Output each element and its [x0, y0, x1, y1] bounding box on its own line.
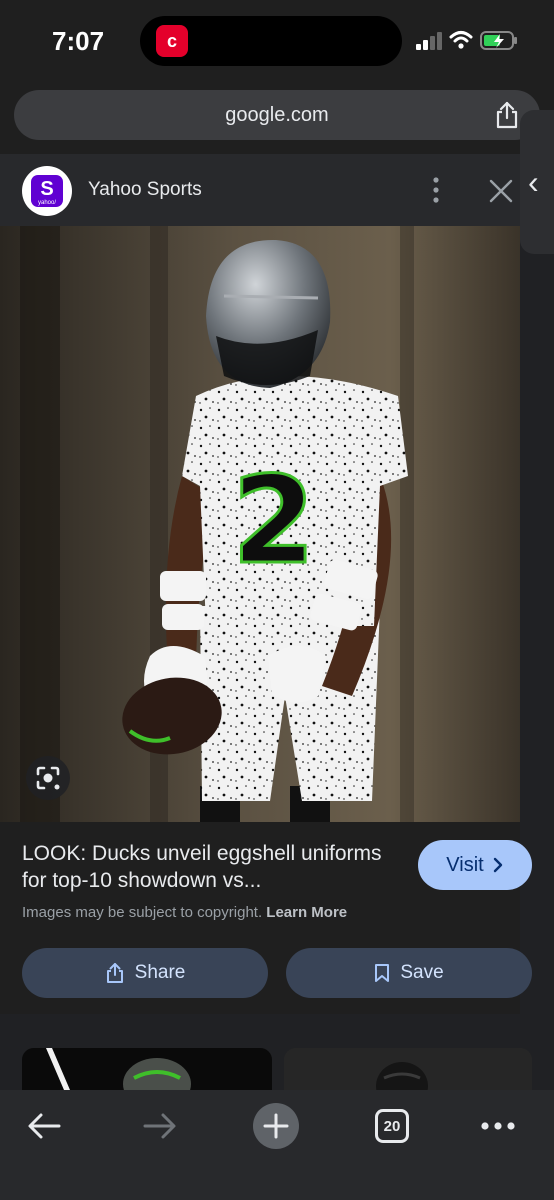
- forward-arrow-icon: [143, 1113, 176, 1139]
- related-images: [0, 1014, 554, 1090]
- chevron-right-icon: [493, 857, 502, 873]
- save-label: Save: [400, 962, 444, 983]
- battery-charging-icon: [480, 31, 517, 50]
- share-icon[interactable]: [494, 101, 520, 129]
- learn-more-link[interactable]: Learn More: [266, 904, 347, 921]
- source-header: S yahoo/ Yahoo Sports: [0, 154, 520, 226]
- related-image[interactable]: [22, 1048, 272, 1090]
- url-text[interactable]: google.com: [14, 104, 540, 127]
- new-tab-button[interactable]: [252, 1103, 300, 1149]
- new-tab-icon: [263, 1113, 289, 1139]
- chevron-left-icon: ‹: [528, 164, 539, 200]
- wifi-icon: [449, 31, 473, 49]
- signal-icon: [416, 32, 442, 50]
- share-button[interactable]: Share: [22, 948, 268, 998]
- google-lens-button[interactable]: [26, 756, 70, 800]
- tab-switcher-icon: 20: [375, 1109, 409, 1143]
- result-title[interactable]: LOOK: Ducks unveil eggshell uniforms for…: [22, 840, 406, 894]
- address-bar[interactable]: google.com: [14, 90, 540, 140]
- status-bar: 7:07 c: [0, 0, 554, 84]
- image-detail-panel: S yahoo/ Yahoo Sports 2 LOOK: Ducks unve…: [0, 154, 532, 1014]
- yahoo-sports-logo[interactable]: S yahoo/: [22, 166, 72, 216]
- chick-fil-a-icon[interactable]: c: [156, 25, 188, 57]
- tab-switcher-button[interactable]: 20: [368, 1104, 416, 1148]
- back-button[interactable]: [20, 1104, 68, 1148]
- save-button[interactable]: Save: [286, 948, 532, 998]
- jersey-number: 2: [232, 452, 316, 591]
- related-image[interactable]: [284, 1048, 532, 1090]
- share-icon: [106, 963, 123, 983]
- side-drawer-handle[interactable]: ‹: [520, 110, 554, 254]
- back-arrow-icon: [28, 1113, 61, 1139]
- more-vert-icon[interactable]: [424, 174, 448, 206]
- forward-button[interactable]: [136, 1104, 184, 1148]
- more-horiz-icon: [481, 1122, 515, 1130]
- result-image[interactable]: 2: [0, 226, 520, 822]
- address-bar-area: google.com: [0, 84, 554, 154]
- bottom-toolbar: 20: [0, 1090, 554, 1200]
- copyright-notice: Images may be subject to copyright. Lear…: [22, 904, 348, 921]
- bookmark-icon: [375, 964, 390, 982]
- google-lens-icon: [36, 766, 60, 790]
- source-name[interactable]: Yahoo Sports: [88, 179, 202, 201]
- football-player-photo: 2: [0, 226, 520, 822]
- close-icon[interactable]: [488, 178, 514, 204]
- more-menu-button[interactable]: [474, 1104, 522, 1148]
- dynamic-island[interactable]: c: [140, 16, 402, 66]
- share-label: Share: [134, 962, 186, 983]
- visit-button[interactable]: Visit: [418, 840, 532, 890]
- visit-label: Visit: [446, 853, 484, 876]
- clock: 7:07: [52, 26, 105, 56]
